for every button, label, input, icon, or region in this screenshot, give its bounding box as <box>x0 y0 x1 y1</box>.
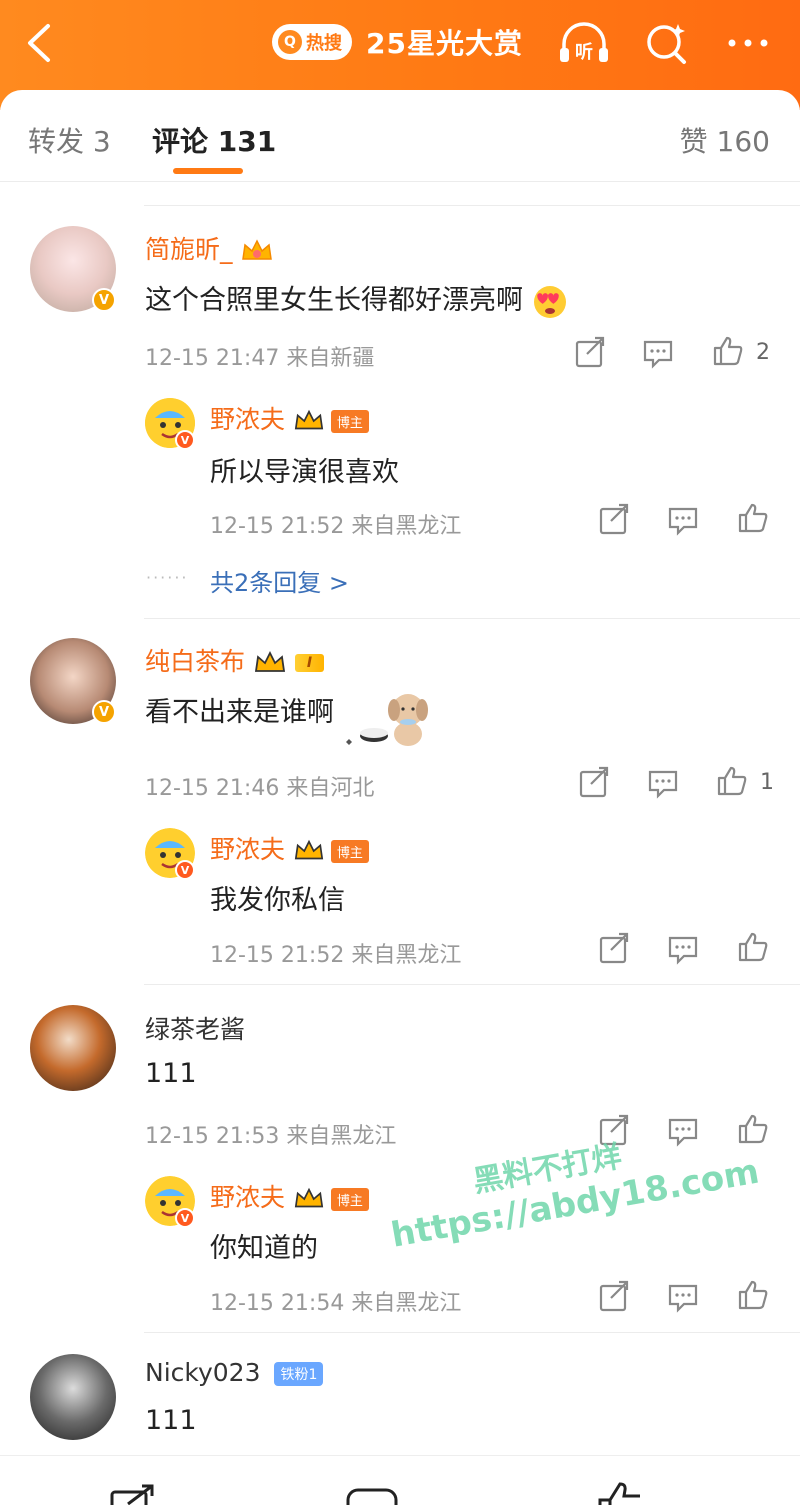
verified-red-badge-icon: V <box>175 860 195 880</box>
divider <box>144 1332 800 1333</box>
comment-username[interactable]: Nicky023 铁粉1 <box>145 1358 324 1387</box>
comment-tabs: 转发 3 评论 131 赞 160 <box>0 90 800 182</box>
like-icon[interactable] <box>736 501 770 535</box>
hot-search-badge: Q 热搜 <box>272 24 352 60</box>
divider <box>144 984 800 985</box>
comment-meta: 12-15 21:47 来自新疆 <box>145 346 375 371</box>
vip-crown-icon <box>254 650 286 672</box>
username-text: 纯白茶布 <box>145 647 246 676</box>
share-icon[interactable] <box>597 1280 631 1314</box>
like-icon[interactable] <box>594 1478 650 1505</box>
comment-meta: 12-15 21:46 来自河北 <box>145 776 375 801</box>
hot-label: 热搜 <box>306 33 342 54</box>
like-icon[interactable] <box>711 334 745 368</box>
author-tag: 博主 <box>330 839 369 863</box>
vip-crown-icon <box>294 839 324 860</box>
divider <box>144 205 800 206</box>
reply-text: 所以导演很喜欢 <box>210 457 399 488</box>
comment-text: 这个合照里女生长得都好漂亮啊 <box>145 278 568 319</box>
comment-username[interactable]: 纯白茶布 I <box>145 642 325 678</box>
hot-search-topic[interactable]: Q 热搜 25星光大赏 <box>272 22 523 62</box>
comment-text: 111 <box>145 1405 197 1436</box>
reply-username[interactable]: 野浓夫 博主 <box>210 830 369 866</box>
like-count: 2 <box>756 340 770 365</box>
back-arrow-icon[interactable] <box>18 18 68 68</box>
reply-meta: 12-15 21:52 来自黑龙江 <box>210 514 462 539</box>
more-options-icon[interactable] <box>722 18 778 68</box>
comment-icon[interactable] <box>344 1484 400 1505</box>
more-replies-link[interactable]: 共2条回复 > <box>210 563 349 598</box>
tab-forward[interactable]: 转发 3 <box>28 120 111 160</box>
verified-badge-icon: V <box>92 288 116 312</box>
headphones-listen-icon[interactable]: 听 <box>556 18 612 68</box>
vip-crown-icon <box>294 1187 324 1208</box>
avatar[interactable] <box>30 1005 116 1091</box>
reply-username-text: 野浓夫 <box>210 835 286 864</box>
comment-text-content: 这个合照里女生长得都好漂亮啊 <box>145 285 523 316</box>
dots-separator: ······ <box>146 568 189 587</box>
tab-comments[interactable]: 评论 131 <box>152 120 276 160</box>
reply-icon[interactable] <box>666 1280 700 1314</box>
like-icon[interactable] <box>715 764 749 798</box>
verified-badge-icon: V <box>92 700 116 724</box>
avatar[interactable] <box>30 1354 116 1440</box>
comment-username[interactable]: 绿茶老酱 <box>145 1010 245 1046</box>
tab-likes[interactable]: 赞 160 <box>680 120 770 160</box>
share-icon[interactable] <box>577 766 611 800</box>
author-tag: 博主 <box>330 409 369 433</box>
forward-icon[interactable] <box>108 1484 160 1505</box>
comment-meta: 12-15 21:53 来自黑龙江 <box>145 1124 397 1149</box>
reply-username[interactable]: 野浓夫 博主 <box>210 1178 369 1214</box>
divider <box>144 618 800 619</box>
like-count: 1 <box>760 770 774 795</box>
reply-meta: 12-15 21:54 来自黑龙江 <box>210 1291 462 1316</box>
share-icon[interactable] <box>597 932 631 966</box>
author-tag: 博主 <box>330 1187 369 1211</box>
watermark: 黑料不打烊 https://abdy18.com <box>381 1108 762 1256</box>
topic-title: 25星光大赏 <box>366 27 523 60</box>
reply-icon[interactable] <box>666 503 700 537</box>
reply-icon[interactable] <box>641 336 675 370</box>
fan-level-badge: 铁粉1 <box>274 1362 324 1386</box>
verified-red-badge-icon: V <box>175 1208 195 1228</box>
level-badge: I <box>294 654 325 672</box>
reply-username-text: 野浓夫 <box>210 1183 286 1212</box>
reply-username-text: 野浓夫 <box>210 405 286 434</box>
active-tab-indicator <box>173 168 243 174</box>
reply-icon[interactable] <box>646 766 680 800</box>
vip-crown-icon <box>242 239 273 260</box>
search-icon: Q <box>278 30 302 54</box>
reply-username[interactable]: 野浓夫 博主 <box>210 400 369 436</box>
reply-text: 我发你私信 <box>210 885 345 916</box>
reply-icon[interactable] <box>666 932 700 966</box>
puppy-sticker-icon <box>346 694 428 746</box>
username-text: Nicky023 <box>145 1358 261 1387</box>
comment-text: 看不出来是谁啊 <box>145 697 334 728</box>
share-icon[interactable] <box>597 503 631 537</box>
like-icon[interactable] <box>736 930 770 964</box>
reply-text: 你知道的 <box>210 1233 318 1264</box>
comment-text: 111 <box>145 1058 197 1089</box>
share-icon[interactable] <box>573 336 607 370</box>
like-icon[interactable] <box>736 1278 770 1312</box>
bottom-action-bar <box>0 1455 800 1505</box>
listen-label: 听 <box>575 41 593 63</box>
comment-username[interactable]: 简旎昕_ <box>145 230 274 266</box>
heart-eyes-emoji-icon <box>533 285 566 318</box>
reply-meta: 12-15 21:52 来自黑龙江 <box>210 943 462 968</box>
username-text: 简旎昕_ <box>145 235 233 264</box>
verified-red-badge-icon: V <box>175 430 195 450</box>
search-spark-icon[interactable] <box>640 18 696 68</box>
vip-crown-icon <box>294 409 324 430</box>
